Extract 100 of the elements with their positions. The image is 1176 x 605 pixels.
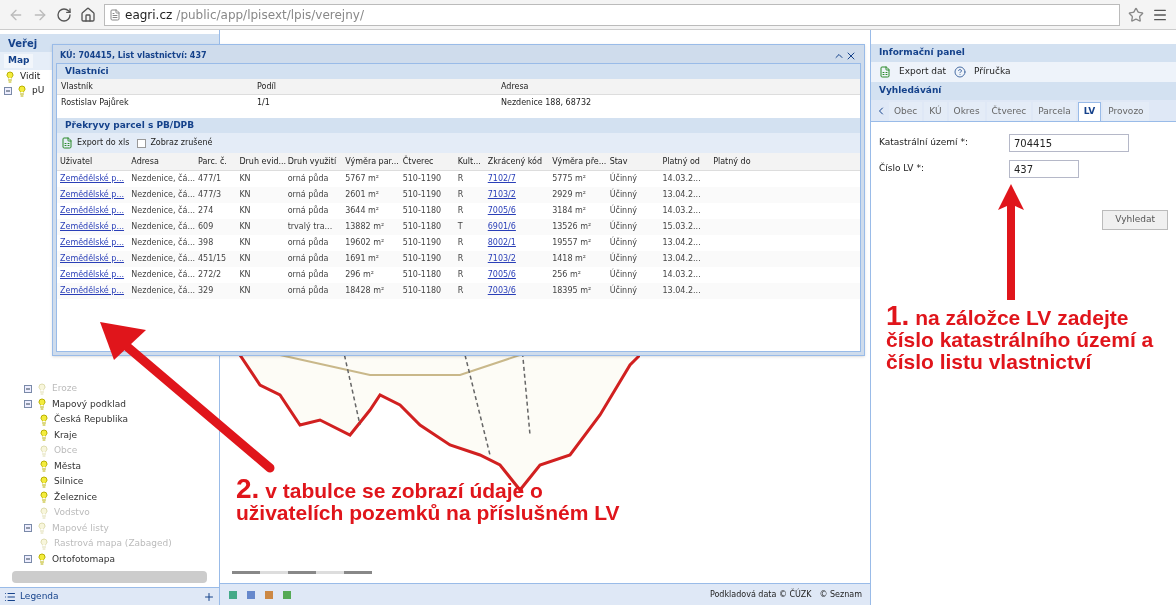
table-link[interactable]: Zemědělské p... xyxy=(57,285,129,297)
legend-title: Legenda xyxy=(20,589,60,603)
table-link[interactable]: 7005/6 xyxy=(484,269,550,281)
lightbulb-icon[interactable] xyxy=(4,71,16,83)
collapse-icon[interactable] xyxy=(4,87,12,95)
column-header[interactable]: Výměra pře... xyxy=(549,155,607,168)
layer-label[interactable]: Silnice xyxy=(54,475,84,489)
table-cell-text: 3644 m² xyxy=(344,205,381,217)
table-cell-text: 510-1180 xyxy=(401,285,443,297)
collapse-icon[interactable] xyxy=(24,524,32,533)
column-header[interactable]: Stav xyxy=(606,155,660,168)
table-link[interactable]: Zemědělské p... xyxy=(57,173,129,185)
column-header[interactable]: Čtverec xyxy=(399,155,455,168)
home-icon[interactable] xyxy=(80,6,96,23)
table-link[interactable]: 7103/2 xyxy=(484,253,550,265)
layer-label[interactable]: Kraje xyxy=(54,428,78,442)
layer-label[interactable]: Města xyxy=(54,459,82,473)
lightbulb-icon[interactable] xyxy=(38,475,50,488)
table-cell-text: R xyxy=(456,269,465,281)
table-link[interactable]: 7103/2 xyxy=(484,189,550,201)
search-tab[interactable]: KÚ xyxy=(924,102,947,121)
attribution-link[interactable]: © Seznam xyxy=(819,588,862,601)
collapse-icon[interactable] xyxy=(24,400,32,409)
reload-icon[interactable] xyxy=(56,6,72,23)
column-header[interactable]: Adresa xyxy=(497,80,860,93)
tool-icon[interactable] xyxy=(228,589,238,600)
column-header[interactable]: Adresa xyxy=(128,155,195,168)
table-link[interactable]: Zemědělské p... xyxy=(57,205,129,217)
collapse-icon[interactable] xyxy=(24,555,32,564)
table-link[interactable]: 7102/7 xyxy=(484,173,550,185)
column-header[interactable]: Platný od xyxy=(659,155,711,168)
table-cell-text: 477/3 xyxy=(197,189,223,201)
column-header[interactable]: Vlastník xyxy=(57,80,253,93)
table-link[interactable]: Zemědělské p... xyxy=(57,189,129,201)
table-link[interactable]: Zemědělské p... xyxy=(57,253,129,265)
search-tab[interactable]: Obec xyxy=(889,102,923,121)
lightbulb-icon[interactable] xyxy=(38,506,50,519)
tool-icon[interactable] xyxy=(264,589,274,600)
lightbulb-icon[interactable] xyxy=(38,491,50,504)
manual-button[interactable]: Příručka xyxy=(974,65,1011,79)
column-header[interactable]: Platný do xyxy=(710,155,759,168)
table-cell-text: Nezdenice, čá... xyxy=(130,221,195,233)
lightbulb-icon[interactable] xyxy=(38,444,50,457)
lightbulb-icon[interactable] xyxy=(36,522,48,535)
layer-label[interactable]: Železnice xyxy=(54,490,98,504)
column-header[interactable]: Podíl xyxy=(253,80,497,93)
lightbulb-icon[interactable] xyxy=(38,413,50,426)
help-icon xyxy=(954,66,967,78)
horizontal-scrollbar[interactable] xyxy=(12,571,207,583)
text-field[interactable]: 704415 xyxy=(1009,134,1129,152)
layer-label[interactable]: pU xyxy=(32,84,45,98)
column-header[interactable]: Parc. č. xyxy=(195,155,237,168)
table-cell-text: Nezdenice, čá... xyxy=(130,189,195,201)
table-cell-text: KN xyxy=(238,269,252,281)
search-tab[interactable]: Čtverec xyxy=(986,102,1032,121)
table-link[interactable]: 7003/6 xyxy=(484,285,550,297)
table-link[interactable]: 8002/1 xyxy=(484,237,550,249)
lightbulb-icon[interactable] xyxy=(36,382,48,395)
layer-label[interactable]: Vidit xyxy=(20,70,41,84)
column-header[interactable]: Uživatel xyxy=(57,155,129,168)
table-link[interactable]: Zemědělské p... xyxy=(57,269,129,281)
table-link[interactable]: 6901/6 xyxy=(484,221,550,233)
export-button[interactable]: Export do xls xyxy=(77,137,130,149)
search-tab[interactable]: Parcela xyxy=(1033,102,1076,121)
layer-label[interactable]: Česká Republika xyxy=(54,413,129,427)
text-field[interactable]: 437 xyxy=(1009,160,1079,178)
column-header[interactable]: Kult... xyxy=(454,155,485,168)
layer-label[interactable]: Ortofotomapa xyxy=(52,552,116,566)
column-header[interactable]: Výměra par... xyxy=(342,155,400,168)
export-button[interactable]: Export dat xyxy=(899,65,947,79)
layer-label[interactable]: Mapový podklad xyxy=(52,397,126,411)
expand-icon[interactable] xyxy=(203,590,215,603)
lightbulb-icon[interactable] xyxy=(16,85,28,97)
bookmark-star-icon[interactable] xyxy=(1128,6,1144,23)
column-header[interactable]: Druh evid... xyxy=(236,155,285,168)
lightbulb-icon[interactable] xyxy=(38,460,50,473)
search-tab[interactable]: LV xyxy=(1077,102,1102,121)
search-tab[interactable]: Provozo xyxy=(1103,102,1149,121)
address-bar[interactable]: eagri.cz /public/app/lpisext/lpis/verejny/ xyxy=(104,3,1120,26)
table-link[interactable]: 7005/6 xyxy=(484,205,550,217)
collapse-icon[interactable] xyxy=(24,384,32,393)
lightbulb-icon[interactable] xyxy=(38,537,50,550)
lightbulb-icon[interactable] xyxy=(36,553,48,566)
tool-icon[interactable] xyxy=(246,589,256,600)
table-cell-text: trvalý tra... xyxy=(286,221,334,233)
checkbox[interactable] xyxy=(137,138,147,148)
search-button[interactable]: Vyhledat xyxy=(1102,210,1168,230)
table-link[interactable]: Zemědělské p... xyxy=(57,221,129,233)
table-link[interactable]: Zemědělské p... xyxy=(57,237,129,249)
table-cell-text: 5775 m² xyxy=(551,173,588,185)
lightbulb-icon[interactable] xyxy=(36,398,48,411)
lightbulb-icon[interactable] xyxy=(38,429,50,442)
table-cell-text: 510-1190 xyxy=(401,237,443,249)
tool-icon[interactable] xyxy=(282,589,292,600)
column-header[interactable]: Zkrácený kód xyxy=(484,155,550,168)
table-cell-text: KN xyxy=(238,189,252,201)
table-cell-text: Nezdenice, čá... xyxy=(130,269,195,281)
search-tab[interactable]: Okres xyxy=(948,102,985,121)
table-cell-text: orná půda xyxy=(286,205,330,217)
map-tab[interactable]: Map xyxy=(4,54,34,68)
